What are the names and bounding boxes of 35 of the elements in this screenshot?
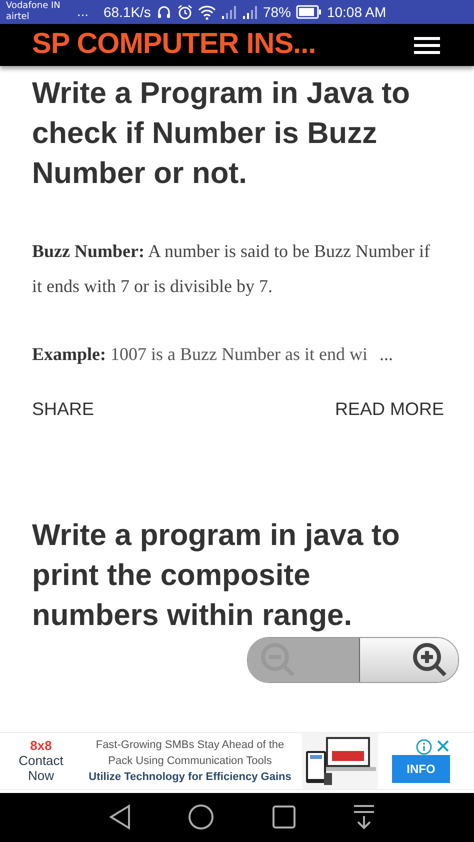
- headphones-icon: [156, 4, 172, 20]
- carrier-name: Vodafone IN: [6, 0, 62, 12]
- read-more-link[interactable]: READ MORE: [334, 398, 444, 420]
- back-icon[interactable]: [108, 804, 131, 830]
- network-speed: 68.1K/s: [103, 4, 151, 20]
- ad-brand: 8x8: [30, 738, 52, 754]
- share-link[interactable]: SHARE: [32, 398, 94, 420]
- alarm-icon: [176, 4, 193, 20]
- ad-cta[interactable]: Now: [28, 768, 54, 784]
- recents-icon[interactable]: [272, 805, 296, 830]
- battery-percent: 78%: [262, 4, 291, 20]
- info-icon[interactable]: [416, 738, 432, 755]
- site-title[interactable]: SP COMPUTER INS...: [32, 28, 316, 62]
- ad-cta[interactable]: Contact: [18, 753, 64, 768]
- signal-icon: [220, 4, 237, 19]
- carrier-name: airtel: [6, 12, 30, 23]
- post-excerpt: Buzz Number: A number is said to be Buzz Number if it ends with 7 or is divisible by 7.: [32, 240, 430, 296]
- ad-text: Pack Using Communication Tools: [108, 754, 272, 769]
- ad-text: Fast-Growing SMBs Stay Ahead of the: [96, 738, 284, 753]
- menu-icon[interactable]: [414, 34, 440, 55]
- close-icon[interactable]: [436, 738, 450, 753]
- post-excerpt: Example: 1007 is a Buzz Number as it end wi: [32, 344, 368, 364]
- battery-icon: [296, 4, 322, 19]
- notification-more: ...: [77, 4, 88, 19]
- home-icon[interactable]: [188, 804, 214, 830]
- clock: 10:08 AM: [326, 4, 386, 20]
- notification-pull-icon[interactable]: [353, 804, 376, 830]
- post-title[interactable]: Write a Program in Java to check if Number is Buzz Number or not.: [32, 74, 444, 194]
- ad-text: Utilize Technology for Efficiency Gains: [88, 770, 292, 785]
- info-button[interactable]: INFO: [392, 754, 450, 783]
- ellipsis: ...: [379, 344, 393, 364]
- post-title[interactable]: Write a program in java to print the composite numbers within range.: [32, 516, 444, 636]
- wifi-icon: [198, 4, 216, 20]
- zoom-in-button[interactable]: [360, 638, 458, 682]
- signal-icon: [242, 4, 258, 19]
